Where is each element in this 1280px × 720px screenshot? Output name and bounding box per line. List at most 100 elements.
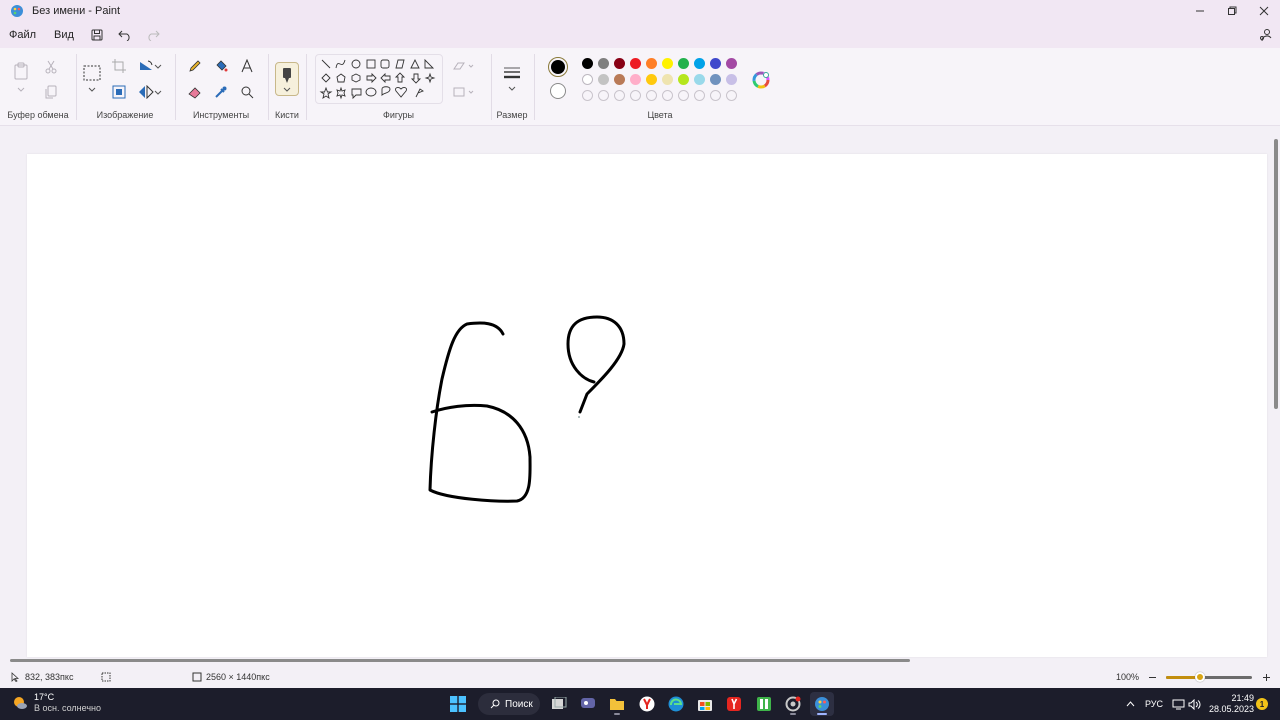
color-swatch[interactable] xyxy=(726,74,737,85)
brushes-button[interactable] xyxy=(275,62,299,96)
eraser-button[interactable] xyxy=(184,81,206,103)
save-button[interactable] xyxy=(83,22,111,48)
color-swatch[interactable] xyxy=(582,74,593,85)
select-button[interactable] xyxy=(81,62,103,84)
custom-color-slot[interactable] xyxy=(694,90,705,101)
shapes-grid[interactable] xyxy=(316,55,444,105)
redo-button[interactable] xyxy=(139,22,167,48)
fill-button[interactable] xyxy=(210,55,232,77)
restore-button[interactable] xyxy=(1216,0,1248,22)
resize-button[interactable] xyxy=(108,81,130,103)
minus-icon xyxy=(1149,676,1156,678)
secondary-color-swatch[interactable] xyxy=(550,83,566,99)
minimize-button[interactable] xyxy=(1184,0,1216,22)
shape-fill-button[interactable] xyxy=(451,81,477,103)
size-label: Размер xyxy=(496,110,528,120)
color-swatch[interactable] xyxy=(678,58,689,69)
speaker-icon xyxy=(1188,698,1201,710)
color-swatch[interactable] xyxy=(710,74,721,85)
custom-color-slot[interactable] xyxy=(630,90,641,101)
teams-app[interactable] xyxy=(576,692,600,716)
color-swatch[interactable] xyxy=(598,58,609,69)
yandex-browser-app[interactable] xyxy=(635,692,659,716)
undo-button[interactable] xyxy=(111,22,139,48)
color-swatch[interactable] xyxy=(646,58,657,69)
edge-app[interactable] xyxy=(664,692,688,716)
primary-color-fill xyxy=(551,60,565,74)
color-picker-button[interactable] xyxy=(210,81,232,103)
cut-button[interactable] xyxy=(40,56,62,78)
custom-color-slot[interactable] xyxy=(710,90,721,101)
copy-button[interactable] xyxy=(40,81,62,103)
color-swatch[interactable] xyxy=(678,74,689,85)
settings-button[interactable] xyxy=(1256,26,1274,44)
size-dropdown[interactable] xyxy=(501,81,523,95)
rotate-dropdown[interactable] xyxy=(153,55,163,77)
store-app[interactable] xyxy=(693,692,717,716)
greenshot-app[interactable] xyxy=(752,692,776,716)
chevron-up-icon xyxy=(1126,701,1135,707)
volume-button[interactable] xyxy=(1188,688,1201,720)
zoom-in-button[interactable] xyxy=(1262,666,1271,688)
menu-file[interactable]: Файл xyxy=(0,22,45,48)
pencil-button[interactable] xyxy=(184,55,206,77)
workspace xyxy=(0,127,1280,657)
color-swatch[interactable] xyxy=(662,74,673,85)
color-swatch[interactable] xyxy=(630,58,641,69)
shape-outline-button[interactable] xyxy=(451,55,477,77)
custom-color-slot[interactable] xyxy=(662,90,673,101)
color-swatch[interactable] xyxy=(694,74,705,85)
crop-button[interactable] xyxy=(108,55,130,77)
custom-color-slot[interactable] xyxy=(598,90,609,101)
taskbar-search[interactable]: Поиск xyxy=(478,693,540,715)
color-swatch[interactable] xyxy=(694,58,705,69)
zoom-out-button[interactable] xyxy=(1148,666,1157,688)
notification-badge[interactable]: 1 xyxy=(1256,698,1268,710)
custom-color-slot[interactable] xyxy=(726,90,737,101)
color-swatch[interactable] xyxy=(582,58,593,69)
color-swatch[interactable] xyxy=(646,74,657,85)
menu-view[interactable]: Вид xyxy=(45,22,83,48)
color-swatch[interactable] xyxy=(726,58,737,69)
outline-icon xyxy=(453,62,474,70)
tools-group: Инструменты xyxy=(176,48,266,126)
color-swatch[interactable] xyxy=(598,74,609,85)
explorer-app[interactable] xyxy=(605,692,629,716)
paste-button[interactable] xyxy=(10,60,32,82)
color-swatch[interactable] xyxy=(630,74,641,85)
zoom-slider-thumb[interactable] xyxy=(1195,672,1206,682)
color-swatch[interactable] xyxy=(614,74,625,85)
network-button[interactable] xyxy=(1172,688,1185,720)
custom-color-slot[interactable] xyxy=(614,90,625,101)
vertical-scroll-thumb[interactable] xyxy=(1274,139,1278,409)
text-button[interactable] xyxy=(236,55,258,77)
color-swatch[interactable] xyxy=(614,58,625,69)
weather-widget[interactable]: 17°C В осн. солнечно xyxy=(12,692,101,714)
yandex-app[interactable] xyxy=(722,692,746,716)
clock[interactable]: 21:49 28.05.2023 xyxy=(1206,693,1254,715)
primary-color-swatch[interactable] xyxy=(548,57,568,77)
color-swatch[interactable] xyxy=(662,58,673,69)
recorder-app[interactable] xyxy=(781,692,805,716)
close-button[interactable] xyxy=(1248,0,1280,22)
custom-color-slot[interactable] xyxy=(646,90,657,101)
custom-color-slot[interactable] xyxy=(582,90,593,101)
drawing-canvas[interactable] xyxy=(27,154,1267,657)
vertical-scrollbar[interactable] xyxy=(1274,131,1278,651)
task-view-button[interactable] xyxy=(547,692,571,716)
start-button[interactable] xyxy=(446,692,470,716)
magnifier-button[interactable] xyxy=(236,81,258,103)
show-hidden-icons-button[interactable] xyxy=(1126,688,1135,720)
custom-color-slot[interactable] xyxy=(678,90,689,101)
flip-dropdown[interactable] xyxy=(153,81,163,103)
zoom-slider[interactable] xyxy=(1166,672,1252,682)
color-swatch[interactable] xyxy=(710,58,721,69)
edit-colors-button[interactable] xyxy=(752,71,770,89)
horizontal-scrollbar[interactable] xyxy=(10,659,910,662)
input-language[interactable]: РУС xyxy=(1145,688,1163,720)
paste-dropdown[interactable] xyxy=(10,82,32,96)
zoom-percent[interactable]: 100% xyxy=(1116,666,1139,688)
paint-app[interactable] xyxy=(810,692,834,716)
select-dropdown[interactable] xyxy=(81,82,103,96)
clock-date: 28.05.2023 xyxy=(1208,704,1254,714)
